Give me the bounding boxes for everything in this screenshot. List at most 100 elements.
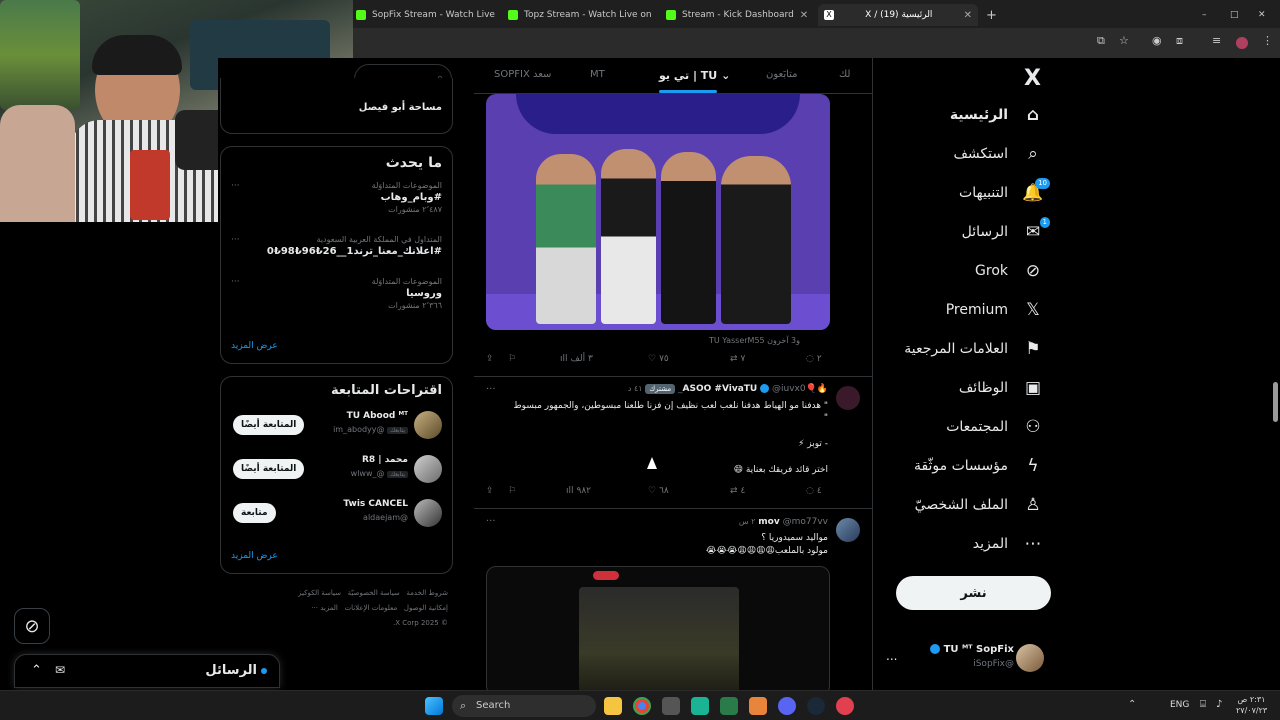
tab-for-you[interactable]: لك xyxy=(839,69,850,80)
nav-item-lightning[interactable]: ϟ مؤسسات موثّقة xyxy=(914,447,1044,485)
extensions-puzzle-icon[interactable]: ⧈ xyxy=(1176,34,1183,48)
footer-link[interactable]: معلومات الإعلانات xyxy=(345,604,398,612)
install-app-icon[interactable]: ⧉ xyxy=(1097,34,1105,48)
more-dots-icon[interactable]: ... xyxy=(886,649,897,663)
share-button[interactable]: ⇪ xyxy=(486,354,494,364)
language-indicator[interactable]: ENG xyxy=(1170,700,1189,710)
retweet-button[interactable]: ⇄ ٤ xyxy=(730,486,745,496)
reply-button[interactable]: ◌ ٤ xyxy=(806,486,822,496)
bookmark-button[interactable]: ⚐ xyxy=(508,354,516,364)
tab-x-home[interactable]: X X / (19) الرئيسية ✕ xyxy=(818,4,978,26)
avatar[interactable] xyxy=(836,386,860,410)
follow-button[interactable]: متابعة xyxy=(233,503,276,523)
post-button[interactable]: نشر xyxy=(896,576,1051,610)
new-message-icon[interactable]: ✉ xyxy=(55,663,65,677)
profile-avatar-icon[interactable] xyxy=(1236,37,1248,49)
menu-kebab-icon[interactable]: ⋮ xyxy=(1262,34,1273,47)
more-dots-icon[interactable]: ··· xyxy=(486,516,496,527)
footer-link[interactable]: إمكانية الوصول xyxy=(404,604,448,612)
tab-close-icon[interactable]: ✕ xyxy=(958,10,972,21)
discord-icon[interactable] xyxy=(778,697,796,715)
clock[interactable]: ٢:٣١ ص ٢٧/٠٧/٢٣ xyxy=(1236,694,1267,716)
post-time[interactable]: ٢ س xyxy=(739,517,756,526)
avatar[interactable] xyxy=(836,518,860,542)
volume-icon[interactable]: ♪ xyxy=(1216,699,1222,710)
maximize-button[interactable]: □ xyxy=(1224,4,1240,26)
avatar[interactable] xyxy=(414,499,442,527)
nav-item-home[interactable]: ⌂ الرئيسية xyxy=(950,96,1044,134)
share-button[interactable]: ⇪ xyxy=(486,486,494,496)
more-dots-icon[interactable]: ··· xyxy=(231,235,240,245)
app-icon[interactable] xyxy=(836,697,854,715)
more-dots-icon[interactable]: ··· xyxy=(231,277,240,287)
trend-item[interactable]: الموضوعات المتداوَلة #وبام_وهاب ٢٬٤٨٧ منشو… xyxy=(231,181,442,214)
nav-item-x-premium[interactable]: 𝕏 Premium xyxy=(946,291,1044,329)
footer-link[interactable]: سياسة الكوكيز xyxy=(298,589,341,597)
show-more-link[interactable]: عرض المزيد xyxy=(231,341,278,351)
post-author-name[interactable]: mov xyxy=(758,517,779,527)
account-switcher[interactable]: ... TU ᴹᵀ SopFix @iSopFix xyxy=(886,641,1056,675)
like-button[interactable]: ♡ ٧٥ xyxy=(648,354,669,364)
suggestion-name[interactable]: TU Abood ᴹᵀ xyxy=(347,411,408,421)
suggestion-name[interactable]: Twis CANCEL xyxy=(343,499,408,509)
file-explorer-icon[interactable] xyxy=(604,697,622,715)
minimize-button[interactable]: – xyxy=(1196,4,1212,26)
messages-drawer[interactable]: ⌃ ✉ الرسائل xyxy=(14,654,280,688)
footer-link[interactable]: المزيد ··· xyxy=(311,604,338,612)
windows-start-icon[interactable] xyxy=(425,697,443,715)
views-button[interactable]: ıll ٣ ألف xyxy=(560,354,593,364)
network-icon[interactable]: ⌸ xyxy=(1200,699,1206,710)
post-author-name[interactable]: 🔥🎈ASOO #VivaTU xyxy=(683,384,828,394)
post-media-video[interactable] xyxy=(486,566,830,690)
extension-icon[interactable]: ◉ xyxy=(1152,34,1162,47)
post-author-handle[interactable]: @mo77vv xyxy=(783,517,828,527)
post-media-image[interactable] xyxy=(486,94,830,330)
chrome-icon[interactable] xyxy=(633,697,651,715)
bookmark-button[interactable]: ⚐ xyxy=(508,486,516,496)
retweet-button[interactable]: ⇄ ٧ xyxy=(730,354,745,364)
follow-button[interactable]: المتابعة أيضًا xyxy=(233,459,305,479)
nav-item-people[interactable]: ⚇ المجتمعات xyxy=(946,408,1044,446)
tab-topz-stream[interactable]: Topz Stream - Watch Live on K ✕ xyxy=(502,4,654,26)
tab-kick-dashboard[interactable]: Stream - Kick Dashboard ✕ xyxy=(660,4,814,26)
suggestion-name[interactable]: محمد | R8 xyxy=(362,455,408,465)
nav-item-more-circle[interactable]: ⋯ المزيد xyxy=(973,525,1044,563)
tab-following[interactable]: متابَعون xyxy=(766,69,798,80)
nav-item-bookmark[interactable]: ⚑ العلامات المرجعية xyxy=(904,330,1044,368)
reply-button[interactable]: ◌ ٢ xyxy=(806,354,822,364)
x-logo-icon[interactable]: X xyxy=(1024,66,1041,91)
post-time[interactable]: ٤١ د xyxy=(628,384,643,393)
follow-suggestion[interactable]: TU Abood ᴹᵀ يتابعك @im_abodyy المتابعة أيض… xyxy=(221,409,452,445)
tab-search-icon[interactable]: ≡ xyxy=(1212,34,1221,47)
nav-item-bell[interactable]: 🔔 10 التنبيهات xyxy=(959,174,1050,212)
footer-link[interactable]: شروط الخدمة xyxy=(406,589,448,597)
nav-item-grok[interactable]: ⊘ Grok xyxy=(975,252,1044,290)
app-icon[interactable] xyxy=(749,697,767,715)
follow-button[interactable]: المتابعة أيضًا xyxy=(233,415,305,435)
tab-tu-list[interactable]: تي يو | TU ⌄ xyxy=(659,69,730,82)
spaces-card[interactable]: مساحة أبو فيصل xyxy=(220,78,453,134)
steam-icon[interactable] xyxy=(807,697,825,715)
media-tags[interactable]: و3 آخرون TU YasserM55 xyxy=(709,336,800,345)
nav-item-profile[interactable]: ♙ الملف الشخصيّ xyxy=(915,486,1044,524)
page-scrollbar[interactable] xyxy=(1273,382,1278,422)
close-window-button[interactable]: ✕ xyxy=(1252,4,1270,26)
bookmark-star-icon[interactable]: ☆ xyxy=(1119,34,1129,47)
more-dots-icon[interactable]: ··· xyxy=(231,181,240,191)
views-button[interactable]: ıll ٩٨٢ xyxy=(566,486,591,496)
app-icon[interactable] xyxy=(662,697,680,715)
footer-link[interactable]: سياسة الخصوصيّة xyxy=(348,589,400,597)
follow-suggestion[interactable]: Twis CANCEL @aldaejam متابعة xyxy=(221,497,452,533)
tab-close-icon[interactable]: ✕ xyxy=(794,10,808,21)
expand-chevron-icon[interactable]: ⌃ xyxy=(31,663,42,678)
trend-item[interactable]: المتداول في المملكة العربية السعودية #اعل… xyxy=(231,235,442,259)
tab-sopfix-stream[interactable]: SopFix Stream - Watch Live on ✕ xyxy=(350,4,498,26)
tray-chevron-icon[interactable]: ⌃ xyxy=(1128,699,1136,710)
follow-suggestion[interactable]: محمد | R8 يتابعك @_wlww المتابعة أيضًا xyxy=(221,453,452,489)
nav-item-search[interactable]: ⌕ استكشف xyxy=(953,135,1044,173)
trend-item[interactable]: الموضوعات المتداوَلة وروسيا ٢٬٣٦٦ منشورات ·… xyxy=(231,277,442,310)
excel-icon[interactable] xyxy=(720,697,738,715)
tab-mt-list[interactable]: MT xyxy=(590,69,605,80)
more-dots-icon[interactable]: ··· xyxy=(486,384,496,395)
like-button[interactable]: ♡ ٦٨ xyxy=(648,486,669,496)
